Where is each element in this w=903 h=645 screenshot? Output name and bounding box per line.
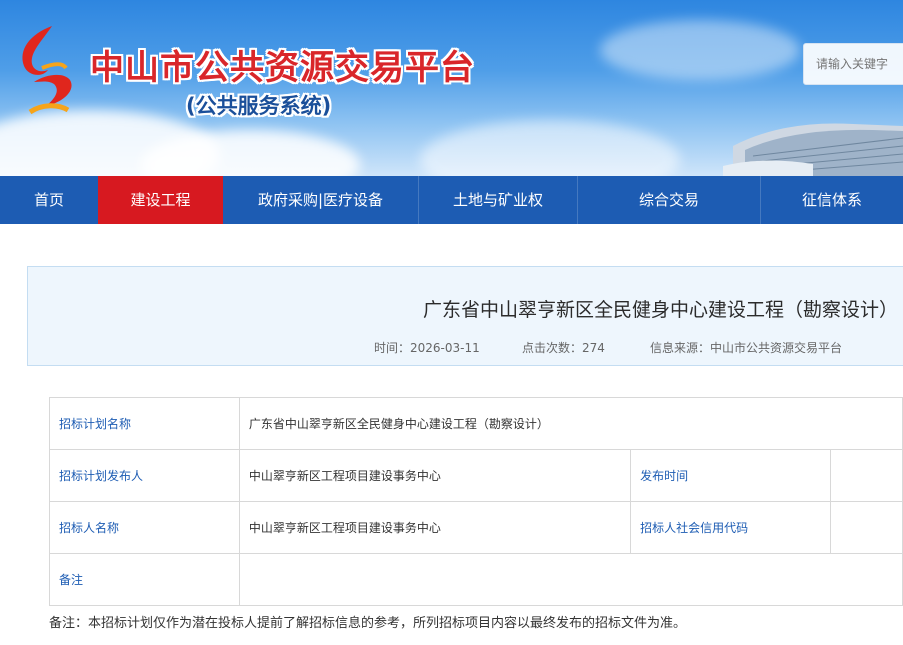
nav-item-land-mining[interactable]: 土地与矿业权 [419,176,577,224]
building-illustration [723,123,903,176]
click-count: 点击次数：274 [522,341,605,355]
site-title: 中山市公共资源交易平台 [90,48,475,88]
publisher-label: 招标计划发布人 [49,449,240,502]
tender-plan-table: 招标计划名称 广东省中山翠亨新区全民健身中心建设工程（勘察设计） 招标计划发布人… [49,397,903,606]
header-banner: 中山市公共资源交易平台 (公共服务系统) [0,0,903,176]
table-row: 招标计划发布人 中山翠亨新区工程项目建设事务中心 发布时间 [49,449,903,502]
nav-item-credit-system[interactable]: 征信体系 [761,176,903,224]
nav-item-integrated-trade[interactable]: 综合交易 [578,176,760,224]
site-logo-icon [22,26,72,115]
article-header: 广东省中山翠亨新区全民健身中心建设工程（勘察设计） 时间：2026-03-11 … [27,266,903,366]
article-title: 广东省中山翠亨新区全民健身中心建设工程（勘察设计） [422,299,898,321]
tenderer-value: 中山翠亨新区工程项目建设事务中心 [238,501,632,554]
disclaimer-note: 备注：本招标计划仅作为潜在投标人提前了解招标信息的参考，所列招标项目内容以最终发… [49,616,687,631]
publish-time: 时间：2026-03-11 [374,341,480,355]
plan-name-label: 招标计划名称 [49,397,240,450]
table-row: 备注 [49,553,903,606]
site-subtitle: (公共服务系统) [186,94,332,118]
publish-time-label: 发布时间 [630,449,831,502]
publish-time-value [829,449,903,502]
tenderer-label: 招标人名称 [49,501,240,554]
info-source: 信息来源：中山市公共资源交易平台 [650,341,843,355]
nav-item-home[interactable]: 首页 [0,176,98,224]
cloud-decoration [420,120,680,176]
remark-value [238,553,903,606]
nav-item-procurement[interactable]: 政府采购|医疗设备 [223,176,418,224]
remark-label: 备注 [49,553,240,606]
cloud-decoration [600,20,800,80]
nav-item-construction[interactable]: 建设工程 [98,176,223,224]
publisher-value: 中山翠亨新区工程项目建设事务中心 [238,449,632,502]
credit-code-value [829,501,903,554]
credit-code-label: 招标人社会信用代码 [630,501,831,554]
table-row: 招标计划名称 广东省中山翠亨新区全民健身中心建设工程（勘察设计） [49,397,903,450]
search-input[interactable] [803,43,903,85]
plan-name-value: 广东省中山翠亨新区全民健身中心建设工程（勘察设计） [238,397,903,450]
main-nav: 首页 建设工程 政府采购|医疗设备 土地与矿业权 综合交易 征信体系 [0,176,903,224]
table-row: 招标人名称 中山翠亨新区工程项目建设事务中心 招标人社会信用代码 [49,501,903,554]
